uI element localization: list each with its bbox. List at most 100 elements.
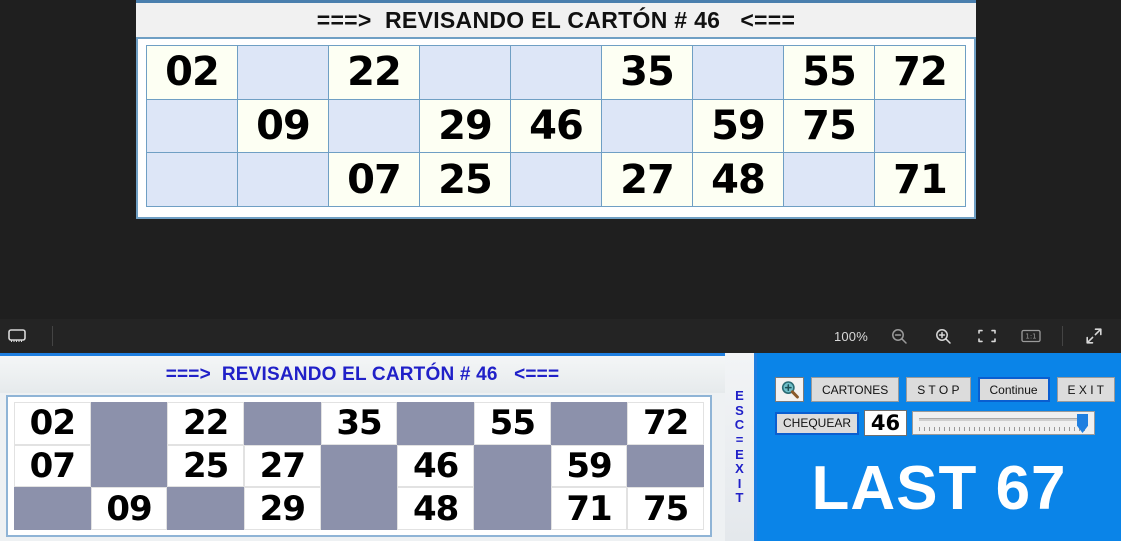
card-cell-number: 71 [550, 487, 628, 530]
app-title: ===> REVISANDO EL CARTÓN # 46 <=== [165, 363, 560, 385]
preview-title-bar: ===> REVISANDO EL CARTÓN # 46 <=== [136, 0, 976, 37]
card-cell-empty [90, 444, 168, 488]
card-cell-number: 22 [329, 46, 420, 100]
toolbar-divider-left [52, 326, 53, 346]
card-cell-number: 27 [602, 153, 693, 207]
card-cell-number: 59 [693, 99, 784, 154]
card-cell-empty [473, 444, 551, 488]
card-cell-number: 29 [420, 99, 511, 154]
card-cell-empty [511, 46, 602, 100]
slider-ticks [919, 427, 1089, 431]
card-cell-number: 48 [693, 153, 784, 207]
expand-icon[interactable] [1081, 323, 1107, 349]
control-panel: CARTONES S T O P Continue E X I T CHEQUE… [757, 353, 1121, 541]
card-cell-empty [875, 99, 966, 154]
cartones-button[interactable]: CARTONES [811, 377, 900, 402]
card-cell-empty [147, 153, 238, 207]
zoom-level-label: 100% [833, 328, 868, 344]
actual-size-icon[interactable]: 1:1 [1018, 323, 1044, 349]
exit-button[interactable]: E X I T [1056, 377, 1116, 402]
card-cell-empty [602, 99, 693, 154]
preview-panel: ===> REVISANDO EL CARTÓN # 46 <=== 02 22 3… [136, 0, 976, 219]
viewer-toolbar: 100% 1:1 [0, 319, 1121, 353]
card-cell-empty [420, 46, 511, 100]
card-cell-empty [90, 402, 168, 445]
last-number-banner: LAST 67 [757, 445, 1121, 531]
card-cell-number: 71 [875, 153, 966, 207]
fit-screen-icon[interactable] [974, 323, 1000, 349]
card-cell-number: 07 [14, 444, 91, 488]
card-cell-number: 55 [784, 46, 875, 100]
toolbar-divider-right [1062, 326, 1063, 346]
card-cell-empty [784, 153, 875, 207]
card-cell-number: 35 [320, 402, 398, 445]
card-cell-empty [397, 402, 474, 445]
card-cell-number: 55 [473, 402, 551, 445]
card-cell-number: 59 [550, 444, 628, 488]
esc-exit-letter: E [735, 387, 744, 403]
card-cell-empty [329, 99, 420, 154]
card-cell-empty [627, 444, 704, 488]
card-cell-empty [238, 46, 329, 100]
card-cell-number: 22 [167, 402, 244, 445]
esc-exit-letter: T [735, 490, 744, 506]
card-cell-number: 07 [329, 153, 420, 207]
check-row: CHEQUEAR 46 [775, 410, 1096, 436]
continue-button[interactable]: Continue [977, 377, 1050, 402]
slider-track [919, 418, 1089, 421]
esc-exit-letter: X [735, 461, 744, 477]
monitor-icon[interactable] [4, 323, 30, 349]
card-cell-number: 09 [238, 99, 329, 154]
esc-exit-letter: = [735, 431, 744, 447]
card-cell-number: 02 [14, 402, 91, 445]
zoom-out-icon[interactable] [886, 323, 912, 349]
esc-exit-strip: E S C = E X I T [725, 353, 757, 541]
stop-button[interactable]: S T O P [906, 377, 971, 402]
card-cell-empty [320, 444, 398, 488]
card-cell-number: 29 [243, 487, 321, 530]
card-cell-number: 25 [420, 153, 511, 207]
card-cell-number: 46 [511, 99, 602, 154]
toolbar-right-group: 100% 1:1 [834, 323, 1121, 349]
card-cell-number: 72 [875, 46, 966, 100]
card-cell-number: 27 [243, 444, 321, 488]
card-cell-empty [511, 153, 602, 207]
zoom-in-icon[interactable] [930, 323, 956, 349]
magnifier-plus-icon[interactable] [775, 377, 804, 402]
card-cell-empty [167, 487, 244, 530]
card-cell-number: 02 [147, 46, 238, 100]
card-cell-number: 46 [397, 444, 474, 488]
chequear-button[interactable]: CHEQUEAR [775, 411, 860, 435]
card-cell-number: 72 [627, 402, 704, 445]
card-cell-empty [693, 46, 784, 100]
card-cell-number: 35 [602, 46, 693, 100]
card-cell-empty [238, 153, 329, 207]
app-card-area: ===> REVISANDO EL CARTÓN # 46 <=== 02 22 3… [0, 353, 725, 541]
preview-card-frame: 02 22 35 55 72 09 29 46 59 75 07 25 27 48 71 [136, 37, 976, 219]
card-cell-empty [473, 487, 551, 530]
preview-title: ===> REVISANDO EL CARTÓN # 46 <=== [316, 6, 796, 33]
esc-exit-letter: C [734, 417, 745, 433]
bingo-app-window: ===> REVISANDO EL CARTÓN # 46 <=== 02 22 3… [0, 353, 1121, 541]
svg-text:1:1: 1:1 [1025, 333, 1036, 341]
app-title-bar: ===> REVISANDO EL CARTÓN # 46 <=== [0, 353, 725, 393]
card-cell-number: 75 [627, 487, 704, 530]
card-cell-empty [550, 402, 628, 445]
app-bingo-card[interactable]: 02 22 35 55 72 07 25 27 46 59 09 29 48 71 75 [14, 402, 704, 530]
card-cell-empty [147, 99, 238, 154]
esc-exit-letter: E [735, 446, 744, 462]
screen-root: ===> REVISANDO EL CARTÓN # 46 <=== 02 22 3… [0, 0, 1121, 541]
card-cell-empty [320, 487, 398, 530]
speed-slider[interactable] [912, 411, 1096, 435]
esc-exit-letter: S [735, 402, 744, 418]
card-cell-empty [14, 487, 91, 530]
control-button-row: CARTONES S T O P Continue E X I T [775, 377, 1116, 402]
esc-exit-letter: I [737, 475, 742, 491]
last-number-text: LAST 67 [811, 453, 1067, 523]
app-card-frame: 02 22 35 55 72 07 25 27 46 59 09 29 48 71 75 [6, 395, 712, 537]
card-cell-empty [243, 402, 321, 445]
card-cell-number: 75 [784, 99, 875, 154]
card-cell-number: 09 [90, 487, 168, 530]
card-number-field[interactable]: 46 [864, 410, 908, 436]
card-cell-number: 48 [397, 487, 474, 530]
